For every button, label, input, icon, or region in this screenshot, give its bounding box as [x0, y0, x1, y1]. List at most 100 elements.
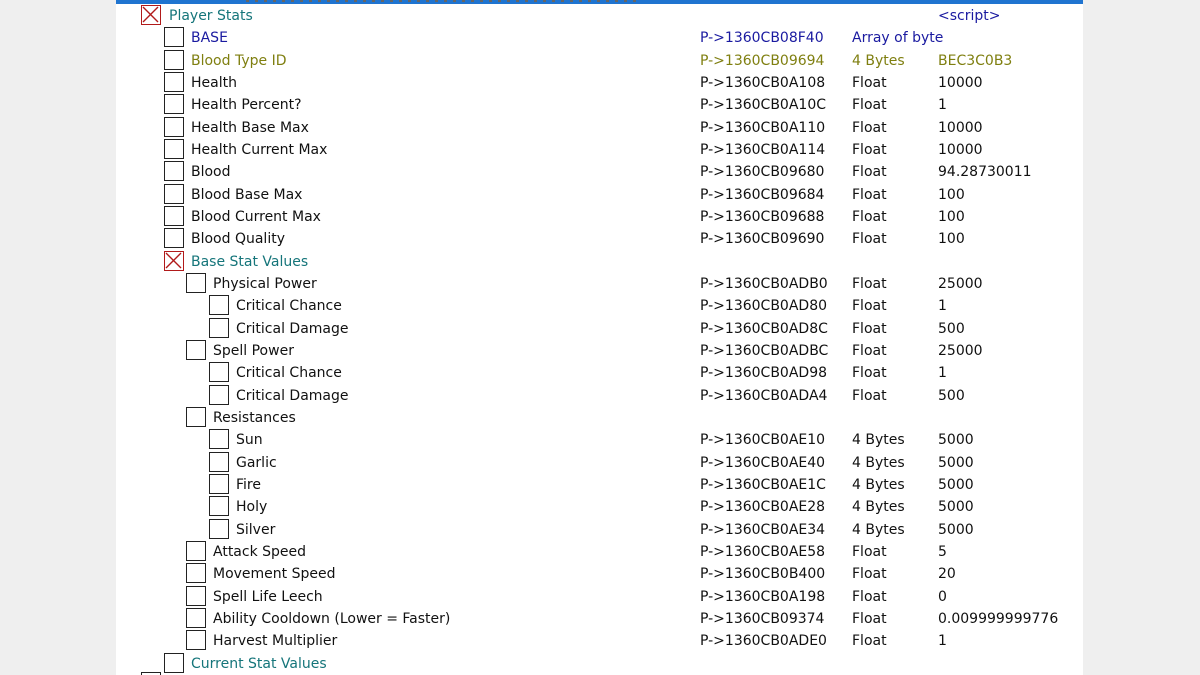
- table-row[interactable]: Blood Current Max P->1360CB09688 Float 1…: [116, 205, 1083, 228]
- row-value: 25000: [938, 275, 983, 292]
- table-row[interactable]: Fire P->1360CB0AE1C 4 Bytes 5000: [116, 473, 1083, 496]
- row-type: Float: [852, 387, 887, 404]
- table-row[interactable]: Base Stat Values: [116, 250, 1083, 273]
- unchecked-checkbox-icon[interactable]: [209, 429, 229, 450]
- unchecked-checkbox-icon[interactable]: [164, 49, 184, 70]
- row-description: Silver: [236, 521, 276, 538]
- row-type: 4 Bytes: [852, 432, 905, 449]
- unchecked-checkbox-icon[interactable]: [209, 295, 229, 316]
- table-row[interactable]: Blood Quality P->1360CB09690 Float 100: [116, 228, 1083, 250]
- unchecked-checkbox-icon[interactable]: [164, 116, 184, 137]
- row-address: P->1360CB09690: [700, 231, 825, 248]
- table-row[interactable]: Blood Type ID P->1360CB09694 4 Bytes BEC…: [116, 49, 1083, 72]
- table-row[interactable]: Health Base Max P->1360CB0A110 Float 100…: [116, 116, 1083, 139]
- unchecked-checkbox-icon[interactable]: [164, 652, 184, 673]
- unchecked-checkbox-icon[interactable]: [186, 585, 206, 606]
- table-row[interactable]: Spell Life Leech P->1360CB0A198 Float 0: [116, 585, 1083, 608]
- table-row[interactable]: Blood Base Max P->1360CB09684 Float 100: [116, 183, 1083, 206]
- unchecked-checkbox-icon[interactable]: [186, 406, 206, 427]
- row-address: P->1360CB0A114: [700, 141, 826, 158]
- row-type: Array of byte: [852, 30, 944, 47]
- row-type: Float: [852, 97, 887, 114]
- table-row[interactable]: Harvest Multiplier P->1360CB0ADE0 Float …: [116, 630, 1083, 652]
- row-value: 20: [938, 566, 956, 583]
- unchecked-checkbox-icon[interactable]: [186, 630, 206, 651]
- row-description: Critical Chance: [236, 298, 342, 315]
- row-description: Health: [191, 74, 237, 91]
- table-row[interactable]: Critical Chance P->1360CB0AD80 Float 1: [116, 295, 1083, 317]
- table-row[interactable]: Movement Speed P->1360CB0B400 Float 20: [116, 563, 1083, 585]
- unchecked-checkbox-icon[interactable]: [164, 183, 184, 204]
- row-address: P->1360CB09688: [700, 208, 825, 225]
- unchecked-checkbox-icon[interactable]: [164, 161, 184, 182]
- checked-checkbox-icon[interactable]: [164, 250, 184, 271]
- row-address: P->1360CB09694: [700, 52, 825, 69]
- row-description: Movement Speed: [213, 566, 336, 583]
- row-value: 0: [938, 588, 947, 605]
- row-value: 5000: [938, 499, 974, 516]
- unchecked-checkbox-icon[interactable]: [209, 317, 229, 338]
- row-description: Critical Damage: [236, 387, 349, 404]
- table-row[interactable]: Physical Power P->1360CB0ADB0 Float 2500…: [116, 272, 1083, 295]
- row-value: 10000: [938, 141, 983, 158]
- table-row[interactable]: Silver P->1360CB0AE34 4 Bytes 5000: [116, 518, 1083, 541]
- row-value: 5: [938, 543, 947, 560]
- unchecked-checkbox-icon[interactable]: [186, 339, 206, 360]
- row-description: Base Stat Values: [191, 253, 309, 270]
- row-type: Float: [852, 164, 887, 181]
- unchecked-checkbox-icon[interactable]: [186, 563, 206, 584]
- row-description: Blood Type ID: [191, 52, 287, 69]
- unchecked-checkbox-icon[interactable]: [209, 384, 229, 405]
- row-type: Float: [852, 610, 887, 627]
- row-type: Float: [852, 633, 887, 650]
- table-row[interactable]: Ability Cooldown (Lower = Faster) P->136…: [116, 607, 1083, 630]
- unchecked-checkbox-icon[interactable]: [164, 71, 184, 92]
- row-description: Attack Speed: [213, 543, 307, 560]
- unchecked-checkbox-icon[interactable]: [186, 607, 206, 628]
- checked-checkbox-icon[interactable]: [141, 5, 161, 25]
- table-row[interactable]: Spell Power P->1360CB0ADBC Float 25000: [116, 339, 1083, 362]
- table-row[interactable]: Health P->1360CB0A108 Float 10000: [116, 71, 1083, 94]
- row-description: Critical Chance: [236, 365, 342, 382]
- row-value: 1: [938, 633, 947, 650]
- unchecked-checkbox-icon[interactable]: [209, 451, 229, 472]
- row-description: Holy: [236, 499, 268, 516]
- unchecked-checkbox-icon[interactable]: [164, 205, 184, 226]
- unchecked-checkbox-icon[interactable]: [186, 272, 206, 293]
- row-description: Blood Quality: [191, 231, 285, 248]
- table-row[interactable]: Holy P->1360CB0AE28 4 Bytes 5000: [116, 496, 1083, 518]
- unchecked-checkbox-icon[interactable]: [164, 27, 184, 48]
- unchecked-checkbox-icon[interactable]: [209, 362, 229, 383]
- unchecked-checkbox-icon[interactable]: [164, 228, 184, 249]
- unchecked-checkbox-icon[interactable]: [209, 496, 229, 517]
- table-row[interactable]: Current Stat Values: [116, 652, 1083, 675]
- table-row[interactable]: Critical Damage P->1360CB0AD8C Float 500: [116, 317, 1083, 340]
- unchecked-checkbox-icon[interactable]: [209, 473, 229, 494]
- table-row[interactable]: Blood P->1360CB09680 Float 94.28730011: [116, 161, 1083, 183]
- table-row[interactable]: Health Current Max P->1360CB0A114 Float …: [116, 138, 1083, 161]
- table-row[interactable]: Attack Speed P->1360CB0AE58 Float 5: [116, 540, 1083, 563]
- row-type: Float: [852, 275, 887, 292]
- row-type: Float: [852, 365, 887, 382]
- table-row[interactable]: Resistances: [116, 406, 1083, 429]
- unchecked-checkbox-icon[interactable]: [164, 94, 184, 115]
- row-address: P->1360CB0AE28: [700, 499, 826, 516]
- row-address: P->1360CB0AE10: [700, 432, 826, 449]
- table-row[interactable]: Health Percent? P->1360CB0A10C Float 1: [116, 94, 1083, 116]
- table-row[interactable]: Player Stats <script>: [116, 5, 1083, 27]
- table-row[interactable]: BASE P->1360CB08F40 Array of byte: [116, 27, 1083, 49]
- unchecked-checkbox-icon[interactable]: [164, 138, 184, 159]
- row-type: Float: [852, 342, 887, 359]
- unchecked-checkbox-icon[interactable]: [209, 518, 229, 539]
- row-value: 5000: [938, 454, 974, 471]
- table-row[interactable]: Garlic P->1360CB0AE40 4 Bytes 5000: [116, 451, 1083, 474]
- table-row[interactable]: Critical Chance P->1360CB0AD98 Float 1: [116, 362, 1083, 384]
- unchecked-checkbox-icon[interactable]: [186, 540, 206, 561]
- row-type: Float: [852, 141, 887, 158]
- table-row[interactable]: Sun P->1360CB0AE10 4 Bytes 5000: [116, 429, 1083, 451]
- row-address: P->1360CB0ADA4: [700, 387, 828, 404]
- row-value: 10000: [938, 119, 983, 136]
- table-row[interactable]: Critical Damage P->1360CB0ADA4 Float 500: [116, 384, 1083, 407]
- row-description: Spell Life Leech: [213, 588, 323, 605]
- row-address: P->1360CB0AD8C: [700, 320, 828, 337]
